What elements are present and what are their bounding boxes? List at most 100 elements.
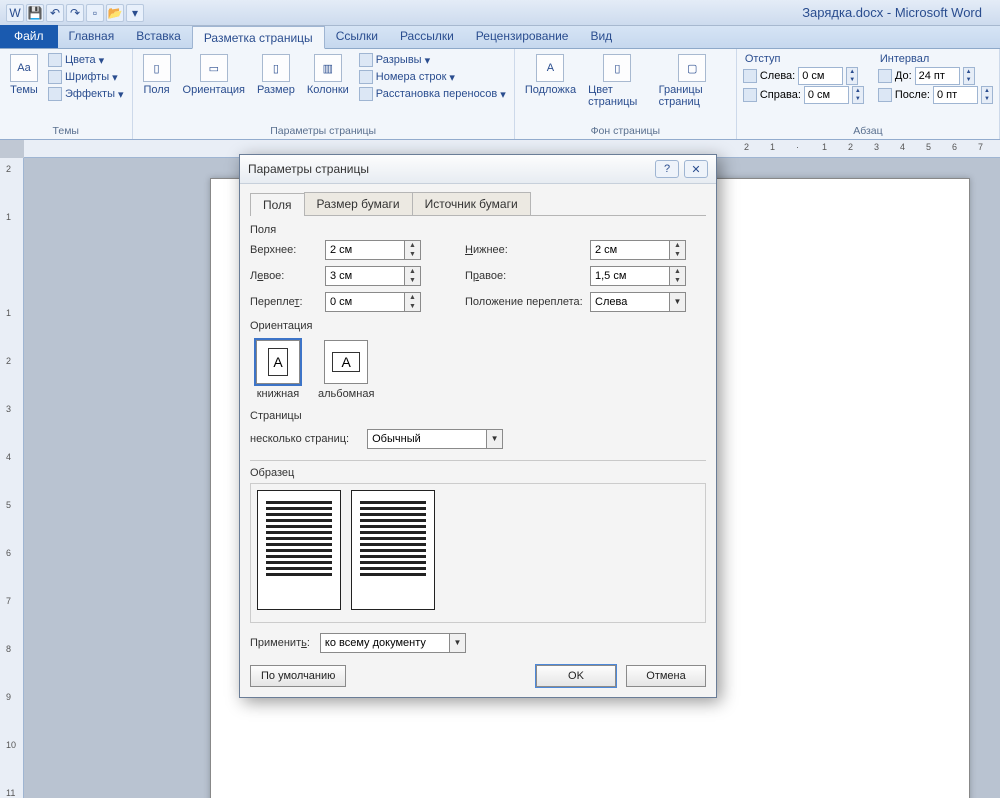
new-icon[interactable]: ▫ <box>86 4 104 22</box>
ribbon-group-page-setup: ▯Поля ▭Ориентация ▯Размер ▥Колонки Разры… <box>133 49 515 139</box>
watermark-icon: A <box>536 54 564 82</box>
page-borders-button[interactable]: ▢Границы страниц <box>655 52 730 110</box>
bottom-margin-spinner[interactable]: ▲▼ <box>590 240 700 260</box>
top-margin-label: Верхнее: <box>250 244 325 256</box>
ok-button[interactable]: OK <box>536 665 616 687</box>
orientation-landscape[interactable]: A альбомная <box>318 340 374 400</box>
indent-left[interactable]: Слева:▲▼ <box>743 67 864 85</box>
page-borders-icon: ▢ <box>678 54 706 82</box>
apply-to-input[interactable] <box>320 633 450 653</box>
tab-review[interactable]: Рецензирование <box>465 25 580 48</box>
gutter-pos-input[interactable] <box>590 292 670 312</box>
dialog-title-bar[interactable]: Параметры страницы ? ✕ <box>240 155 716 184</box>
theme-fonts[interactable]: Шрифты ▾ <box>46 69 126 85</box>
spin-arrows-icon[interactable]: ▲▼ <box>846 67 858 85</box>
columns-icon: ▥ <box>314 54 342 82</box>
margins-icon: ▯ <box>143 54 171 82</box>
left-margin-input[interactable] <box>325 266 405 286</box>
dropdown-arrow-icon[interactable]: ▼ <box>670 292 686 312</box>
tab-references[interactable]: Ссылки <box>325 25 389 48</box>
file-tab[interactable]: Файл <box>0 25 58 48</box>
multi-pages-input[interactable] <box>367 429 487 449</box>
bottom-margin-input[interactable] <box>590 240 670 260</box>
spacing-before[interactable]: До:▲▼ <box>878 67 993 85</box>
theme-colors[interactable]: Цвета ▾ <box>46 52 126 68</box>
spin-arrows-icon[interactable]: ▲▼ <box>963 67 975 85</box>
right-margin-spinner[interactable]: ▲▼ <box>590 266 700 286</box>
spin-arrows-icon[interactable]: ▲▼ <box>405 240 421 260</box>
indent-left-input[interactable] <box>798 67 843 85</box>
page-color-button[interactable]: ▯Цвет страницы <box>584 52 651 110</box>
right-margin-input[interactable] <box>590 266 670 286</box>
tab-insert[interactable]: Вставка <box>125 25 192 48</box>
save-icon[interactable]: 💾 <box>26 4 44 22</box>
dlg-tab-paper-source[interactable]: Источник бумаги <box>412 192 531 215</box>
word-app-icon[interactable]: W <box>6 4 24 22</box>
colors-icon <box>48 53 62 67</box>
spacing-before-icon <box>878 69 892 83</box>
portrait-icon: A <box>256 340 300 384</box>
breaks-icon <box>359 53 373 67</box>
margins-group-title: Поля <box>250 224 706 236</box>
gutter-input[interactable] <box>325 292 405 312</box>
landscape-icon: A <box>324 340 368 384</box>
window-title: Зарядка.docx - Microsoft Word <box>802 5 982 20</box>
vertical-ruler[interactable]: 2 1 1 2 3 4 5 6 7 8 9 10 11 <box>4 158 22 798</box>
qat-more-icon[interactable]: ▾ <box>126 4 144 22</box>
tab-page-layout[interactable]: Разметка страницы <box>192 26 325 49</box>
columns-button[interactable]: ▥Колонки <box>303 52 353 98</box>
indent-right[interactable]: Справа:▲▼ <box>743 86 864 104</box>
spin-arrows-icon[interactable]: ▲▼ <box>670 240 686 260</box>
page-setup-dialog: Параметры страницы ? ✕ Поля Размер бумаг… <box>239 154 717 698</box>
spin-arrows-icon[interactable]: ▲▼ <box>405 292 421 312</box>
size-button[interactable]: ▯Размер <box>253 52 299 98</box>
indent-right-input[interactable] <box>804 86 849 104</box>
tab-mailings[interactable]: Рассылки <box>389 25 465 48</box>
spacing-label: Интервал <box>878 52 993 66</box>
apply-to-combo[interactable]: ▼ <box>320 633 466 653</box>
top-margin-input[interactable] <box>325 240 405 260</box>
spin-arrows-icon[interactable]: ▲▼ <box>981 86 993 104</box>
default-button[interactable]: По умолчанию <box>250 665 346 687</box>
orientation-button[interactable]: ▭Ориентация <box>179 52 249 98</box>
cancel-button[interactable]: Отмена <box>626 665 706 687</box>
spacing-before-input[interactable] <box>915 67 960 85</box>
left-margin-spinner[interactable]: ▲▼ <box>325 266 435 286</box>
indent-label: Отступ <box>743 52 864 66</box>
tab-home[interactable]: Главная <box>58 25 126 48</box>
dropdown-arrow-icon[interactable]: ▼ <box>450 633 466 653</box>
theme-effects[interactable]: Эффекты ▾ <box>46 86 126 102</box>
themes-button[interactable]: Aa Темы <box>6 52 42 98</box>
spin-arrows-icon[interactable]: ▲▼ <box>405 266 421 286</box>
dropdown-arrow-icon[interactable]: ▼ <box>487 429 503 449</box>
redo-icon[interactable]: ↷ <box>66 4 84 22</box>
gutter-spinner[interactable]: ▲▼ <box>325 292 435 312</box>
gutter-pos-combo[interactable]: ▼ <box>590 292 700 312</box>
orientation-icon: ▭ <box>200 54 228 82</box>
watermark-button[interactable]: AПодложка <box>521 52 580 98</box>
help-button[interactable]: ? <box>655 160 679 178</box>
themes-icon: Aa <box>10 54 38 82</box>
spacing-after[interactable]: После:▲▼ <box>878 86 993 104</box>
open-icon[interactable]: 📂 <box>106 4 124 22</box>
undo-icon[interactable]: ↶ <box>46 4 64 22</box>
margins-button[interactable]: ▯Поля <box>139 52 175 98</box>
effects-icon <box>48 87 62 101</box>
pages-group-title: Страницы <box>250 410 706 422</box>
close-button[interactable]: ✕ <box>684 160 708 178</box>
top-margin-spinner[interactable]: ▲▼ <box>325 240 435 260</box>
dlg-tab-fields[interactable]: Поля <box>250 193 305 216</box>
spin-arrows-icon[interactable]: ▲▼ <box>852 86 864 104</box>
dlg-tab-paper-size[interactable]: Размер бумаги <box>304 192 413 215</box>
spacing-after-input[interactable] <box>933 86 978 104</box>
multi-pages-combo[interactable]: ▼ <box>367 429 503 449</box>
line-numbers-button[interactable]: Номера строк ▾ <box>357 69 508 85</box>
apply-to-row: Применить: ▼ <box>250 633 706 653</box>
spin-arrows-icon[interactable]: ▲▼ <box>670 266 686 286</box>
pages-group: Страницы несколько страниц: ▼ <box>250 410 706 452</box>
title-bar: W 💾 ↶ ↷ ▫ 📂 ▾ Зарядка.docx - Microsoft W… <box>0 0 1000 26</box>
hyphenation-button[interactable]: Расстановка переносов ▾ <box>357 86 508 102</box>
breaks-button[interactable]: Разрывы ▾ <box>357 52 508 68</box>
orientation-portrait[interactable]: A книжная <box>256 340 300 400</box>
tab-view[interactable]: Вид <box>579 25 623 48</box>
